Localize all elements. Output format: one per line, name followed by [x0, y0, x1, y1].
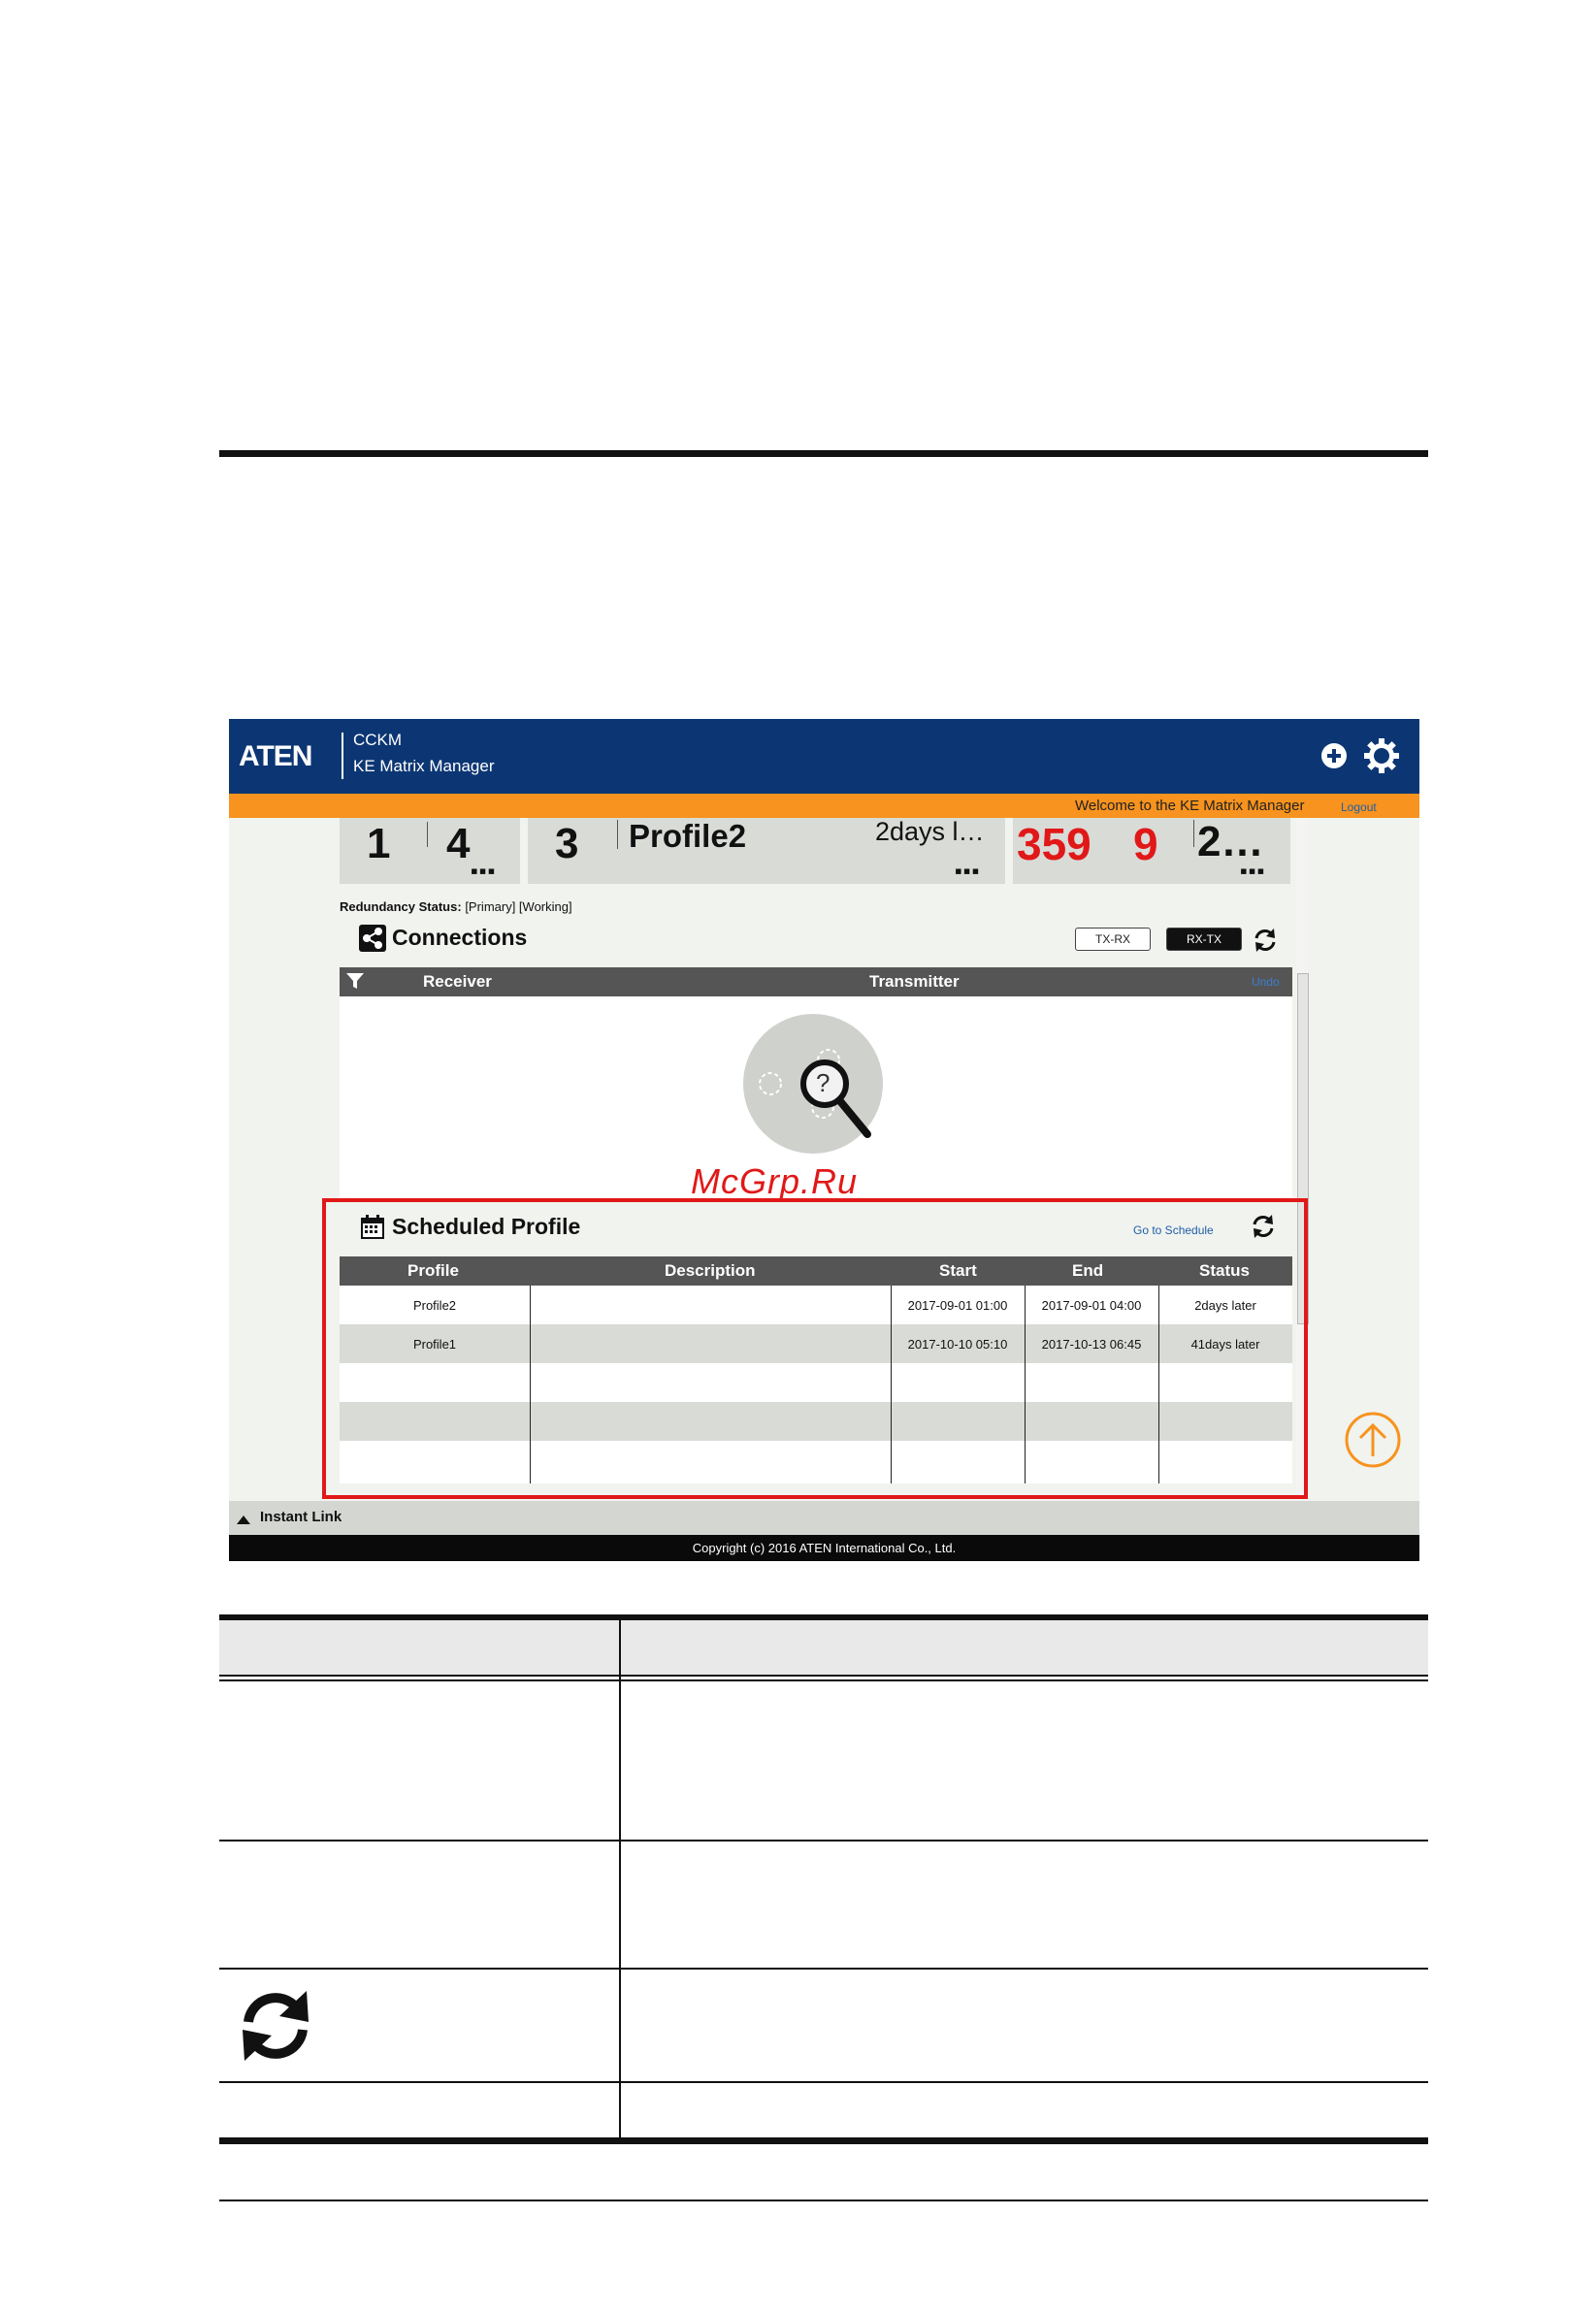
- share-icon: [359, 925, 386, 952]
- filter-icon[interactable]: [345, 971, 365, 995]
- more-icon[interactable]: ▪▪▪: [471, 859, 496, 884]
- stat-divider: [427, 822, 428, 847]
- connections-header-bar: Receiver Transmitter Undo: [340, 967, 1292, 996]
- table-bottom-rule: [219, 2137, 1428, 2144]
- connections-list-empty: ? McGrp.Ru: [340, 996, 1292, 1201]
- redundancy-status: Redundancy Status: [Primary] [Working]: [340, 899, 572, 914]
- brand-line-1: CCKM: [353, 731, 403, 749]
- empty-state-illustration: ?: [743, 1014, 883, 1154]
- app-header: ATEN CCKM KE Matrix Manager: [229, 719, 1419, 794]
- aten-logo: ATEN: [239, 740, 312, 772]
- undo-link[interactable]: Undo: [1252, 975, 1280, 989]
- stat-value-red: 359: [1017, 819, 1091, 869]
- redundancy-label: Redundancy Status:: [340, 899, 462, 914]
- brand-line-2: KE Matrix Manager: [353, 757, 495, 775]
- table-row-rule: [219, 2081, 1428, 2083]
- logo-divider: [342, 733, 343, 779]
- footer-rule: [219, 2200, 1428, 2201]
- table-row-rule: [219, 1968, 1428, 1970]
- question-mark: ?: [816, 1068, 831, 1097]
- chevron-up-icon: [237, 1512, 250, 1529]
- plus-circle-icon[interactable]: [1315, 736, 1353, 775]
- more-icon[interactable]: ▪▪▪: [955, 859, 980, 884]
- redundancy-value: [Primary] [Working]: [465, 899, 572, 914]
- header-rule: [219, 1679, 1428, 1681]
- stat-value: 3: [555, 820, 579, 867]
- highlight-frame: [322, 1198, 1308, 1499]
- table-column-divider: [619, 1620, 621, 2138]
- receiver-column[interactable]: Receiver: [423, 972, 492, 992]
- copyright-bar: Copyright (c) 2016 ATEN International Co…: [229, 1535, 1419, 1561]
- kvm-manager-screenshot: ATEN CCKM KE Matrix Manager Welcome to t…: [229, 719, 1419, 1561]
- tx-rx-button[interactable]: TX-RX: [1075, 928, 1151, 951]
- stat-panel-alerts[interactable]: 359 9 2… ▪▪▪: [1013, 818, 1290, 884]
- stat-value: 1: [367, 820, 391, 867]
- transmitter-column[interactable]: Transmitter: [869, 972, 960, 992]
- logout-link[interactable]: Logout: [1341, 800, 1377, 814]
- main-content: 1 4 ▪▪▪ 3 Profile2 2days l… ▪▪▪ 359 9 2……: [229, 817, 1419, 1501]
- copyright-text: Copyright (c) 2016 ATEN International Co…: [692, 1541, 957, 1555]
- table-header-row: [219, 1620, 1428, 1675]
- watermark: McGrp.Ru: [691, 1161, 859, 1201]
- more-icon[interactable]: ▪▪▪: [1240, 859, 1265, 884]
- header-rule: [219, 1675, 1428, 1677]
- stat-value: 4: [446, 820, 471, 867]
- gear-icon[interactable]: [1362, 736, 1401, 775]
- rx-tx-button[interactable]: RX-TX: [1166, 928, 1242, 951]
- stat-divider: [1193, 820, 1194, 847]
- active-profile-name: Profile2: [629, 818, 747, 854]
- refresh-icon[interactable]: [1252, 927, 1279, 959]
- instant-link-bar[interactable]: Instant Link: [229, 1501, 1419, 1535]
- stat-panel-profile[interactable]: 3 Profile2 2days l… ▪▪▪: [528, 817, 1005, 884]
- connections-title: Connections: [392, 925, 528, 950]
- welcome-text: Welcome to the KE Matrix Manager: [1075, 798, 1305, 814]
- stat-divider: [617, 820, 618, 849]
- table-row-rule: [219, 1840, 1428, 1841]
- top-rule: [219, 450, 1428, 457]
- refresh-icon: [235, 1985, 316, 2071]
- instant-link-label[interactable]: Instant Link: [260, 1509, 342, 1525]
- scroll-to-top-icon[interactable]: [1345, 1412, 1401, 1468]
- profile-time: 2days l…: [875, 817, 985, 846]
- stat-panel-devices[interactable]: 1 4 ▪▪▪: [340, 818, 520, 884]
- stat-value-red: 9: [1133, 819, 1158, 869]
